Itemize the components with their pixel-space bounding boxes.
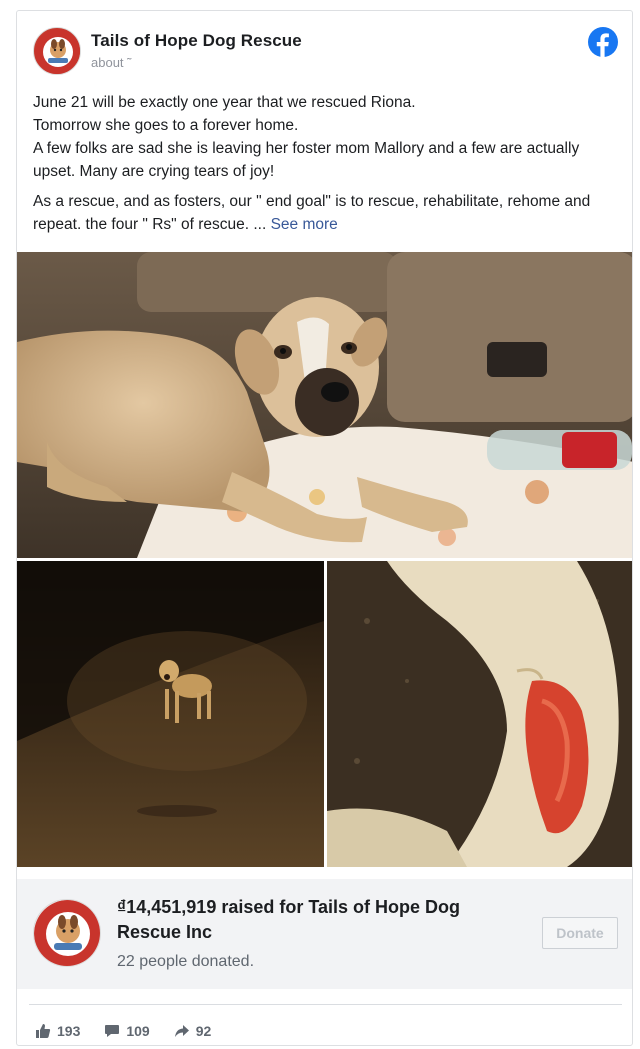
share-stat[interactable]: 92 xyxy=(174,1023,212,1039)
post-card: Tails of Hope Dog Rescue about ˜ June 21… xyxy=(16,10,633,1046)
divider xyxy=(29,1004,622,1005)
like-stat[interactable]: 193 xyxy=(35,1023,80,1039)
fundraiser-panel: ₫14,451,919 raised for Tails of Hope Dog… xyxy=(17,879,632,989)
fundraiser-donor-count: 22 people donated. xyxy=(117,953,255,970)
photo-dog-night-road[interactable] xyxy=(17,561,324,867)
comment-icon xyxy=(105,1025,120,1037)
fundraiser-avatar[interactable] xyxy=(33,899,101,967)
post-header: Tails of Hope Dog Rescue about ˜ xyxy=(17,11,632,83)
post-timestamp[interactable]: about ˜ xyxy=(91,55,131,70)
like-icon xyxy=(36,1024,51,1038)
share-icon xyxy=(174,1025,189,1037)
share-count: 92 xyxy=(195,1023,212,1039)
donate-button[interactable]: Donate xyxy=(542,917,618,949)
photo-dog-wound[interactable] xyxy=(327,561,632,867)
post-line-2: Tomorrow she goes to a forever home. xyxy=(33,117,299,134)
post-line-3: A few folks are sad she is leaving her f… xyxy=(33,140,580,180)
comment-stat[interactable]: 109 xyxy=(104,1023,150,1039)
comment-count: 109 xyxy=(126,1023,150,1039)
see-more-link[interactable]: See more xyxy=(271,216,338,233)
facebook-icon[interactable] xyxy=(588,27,618,57)
fundraiser-title[interactable]: ₫14,451,919 raised for Tails of Hope Dog… xyxy=(117,895,517,945)
engagement-stats: 193 109 92 xyxy=(35,1021,235,1041)
page-avatar[interactable] xyxy=(33,27,81,75)
post-text: June 21 will be exactly one year that we… xyxy=(33,91,623,243)
like-count: 193 xyxy=(57,1023,81,1039)
page-name[interactable]: Tails of Hope Dog Rescue xyxy=(91,31,302,51)
photo-dog-car-seat[interactable] xyxy=(17,252,632,558)
post-line-1: June 21 will be exactly one year that we… xyxy=(33,94,416,111)
